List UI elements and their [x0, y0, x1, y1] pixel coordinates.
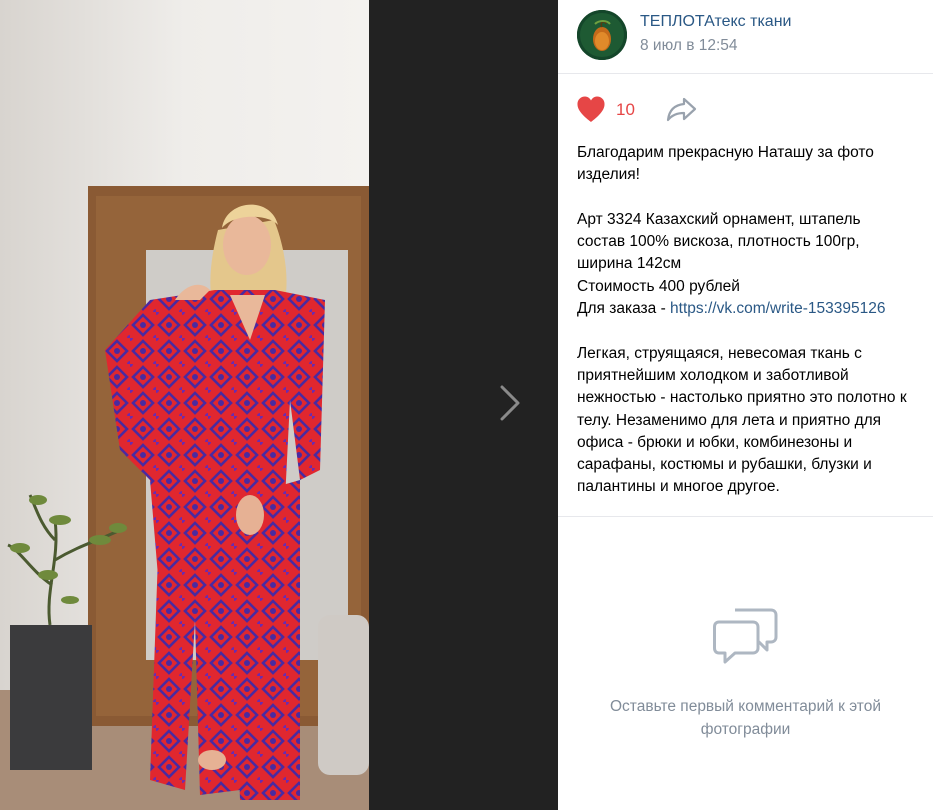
- comments-empty-state: Оставьте первый комментарий к этой фотог…: [558, 604, 933, 741]
- text-line: Арт 3324 Казахский орнамент, штапель: [577, 210, 861, 228]
- post-header: ТЕПЛОТАтекс ткани 8 июл в 12:54: [558, 0, 933, 74]
- paragraph-thanks: Благодарим прекрасную Наташу за фото изд…: [577, 142, 914, 187]
- avatar-image: [577, 10, 627, 60]
- comments-empty-text: Оставьте первый комментарий к этой фотог…: [610, 698, 881, 738]
- post-date[interactable]: 8 июл в 12:54: [640, 37, 738, 55]
- photo-area: [0, 0, 558, 810]
- photo-image: [0, 0, 369, 810]
- next-photo-button[interactable]: [490, 380, 530, 426]
- paragraph-product: Арт 3324 Казахский орнамент, штапель сос…: [577, 209, 914, 320]
- post-text: Благодарим прекрасную Наташу за фото изд…: [558, 132, 933, 499]
- text-line: состав 100% вискоза, плотность 100гр,: [577, 233, 860, 251]
- heart-icon: [577, 96, 605, 122]
- comments-icon: [712, 608, 777, 664]
- text-line: Благодарим прекрасную Наташу за фото изд…: [577, 144, 874, 184]
- text-line: Стоимость 400 рублей: [577, 277, 740, 295]
- order-link[interactable]: https://vk.com/write-153395126: [670, 300, 885, 317]
- post-panel: ТЕПЛОТАтекс ткани 8 июл в 12:54 10 Благо…: [558, 0, 933, 810]
- like-button[interactable]: 10: [576, 96, 635, 123]
- author-name[interactable]: ТЕПЛОТАтекс ткани: [640, 13, 791, 31]
- divider: [558, 516, 933, 517]
- text-line: ширина 142см: [577, 255, 682, 273]
- post-photo[interactable]: [0, 0, 369, 810]
- paragraph-description: Легкая, струящаяся, невесомая ткань с пр…: [577, 343, 914, 499]
- share-icon: [666, 97, 697, 122]
- post-actions: 10: [558, 74, 933, 132]
- author-avatar[interactable]: [577, 10, 627, 60]
- chevron-right-icon: [500, 385, 520, 421]
- photo-viewer: ТЕПЛОТАтекс ткани 8 июл в 12:54 10 Благо…: [0, 0, 933, 810]
- like-count: 10: [616, 99, 635, 119]
- share-button[interactable]: [666, 96, 698, 127]
- text-line: Легкая, струящаяся, невесомая ткань с пр…: [577, 344, 907, 496]
- order-label: Для заказа -: [577, 300, 671, 318]
